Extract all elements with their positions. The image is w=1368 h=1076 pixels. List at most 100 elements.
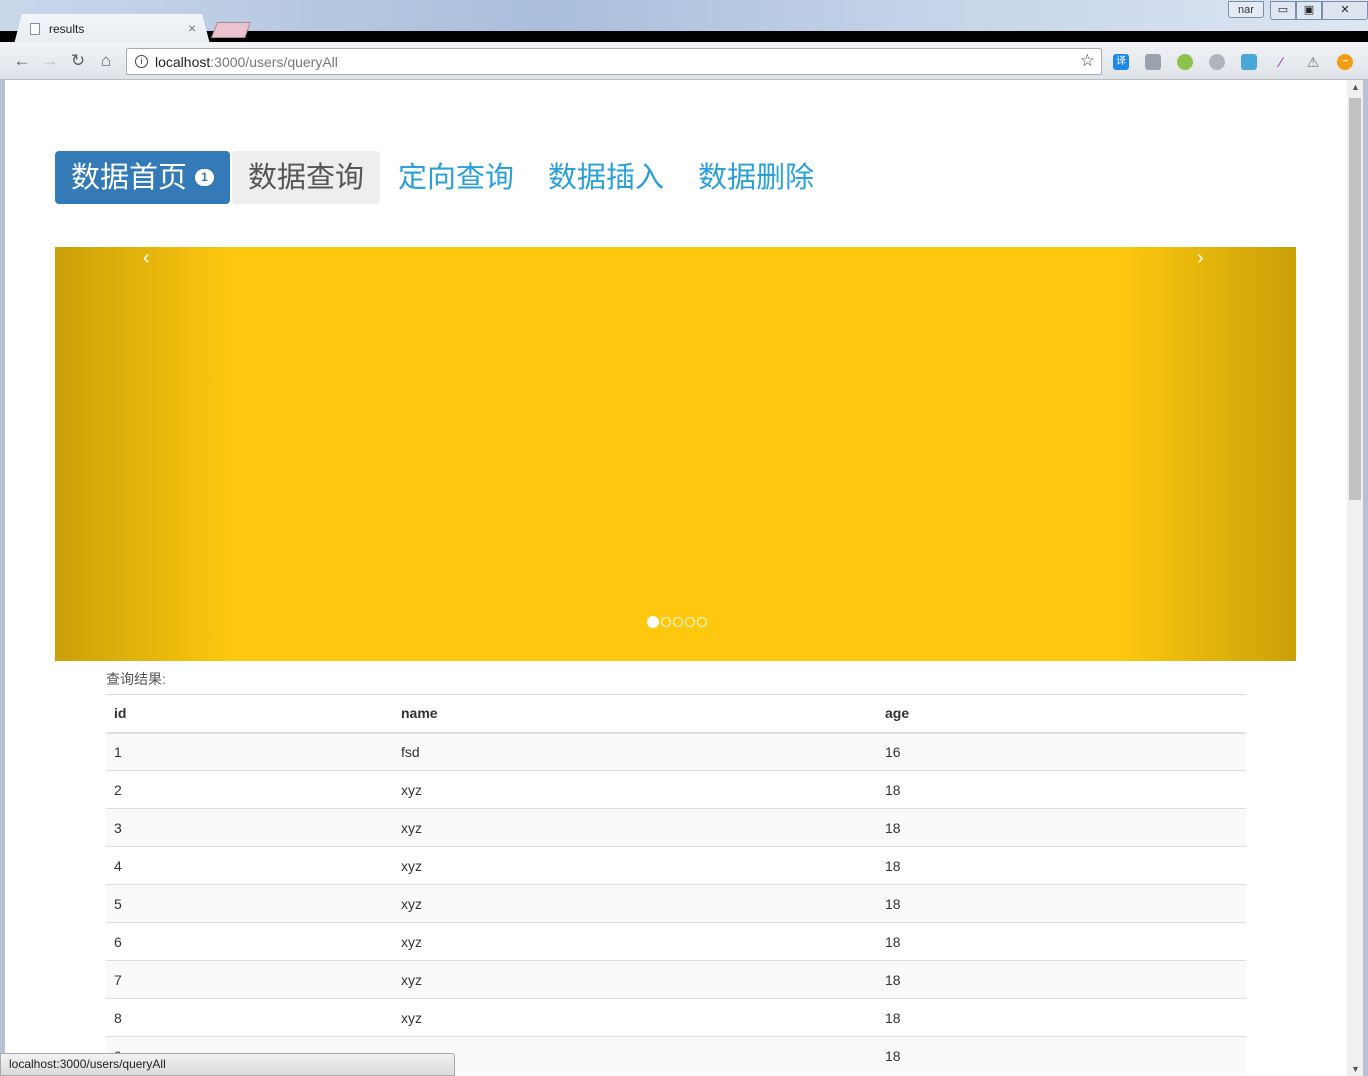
cell-name: xyz [393,998,877,1037]
cell-name: xyz [393,808,877,847]
home-icon[interactable]: ⌂ [96,51,116,71]
table-row: 2 xyz 18 [106,770,1246,809]
nav-item-label: 定向查询 [398,160,515,194]
cell-name: xyz [393,846,877,885]
table-row: 8 xyz 18 [106,998,1246,1037]
document-icon [30,23,40,35]
pen-icon[interactable]: ⁄ [1273,54,1289,70]
nav-item-label: 数据首页 [71,160,188,194]
column-header-name: name [393,694,877,734]
cell-name [393,1036,877,1075]
close-window-button[interactable]: ✕ [1322,1,1368,20]
cell-age: 18 [877,884,1246,923]
carousel-next-area[interactable] [1120,247,1296,661]
table-row: 1 fsd 16 [106,732,1246,771]
frog-icon[interactable] [1177,54,1193,70]
translate-icon[interactable]: 译 [1113,54,1129,70]
carousel-indicator[interactable] [647,616,659,628]
info-icon[interactable]: i [135,55,148,68]
cell-age: 18 [877,922,1246,961]
nav-item-targeted-query[interactable]: 定向查询 [382,151,530,204]
cell-id: 8 [106,998,393,1037]
window-frame-right [1363,80,1368,1076]
results-label: 查询结果: [106,671,166,687]
tab-title: results [49,22,85,36]
nav-item-delete[interactable]: 数据删除 [682,151,830,204]
screenshot-icon[interactable] [1241,54,1257,70]
carousel-prev-area[interactable] [55,247,231,661]
status-bar: localhost:3000/users/queryAll [0,1053,455,1076]
circle-icon[interactable] [1209,54,1225,70]
nav-item-label: 数据插入 [548,160,665,194]
forward-icon[interactable]: → [40,51,60,71]
carousel-indicator[interactable] [685,617,695,627]
cell-id: 6 [106,922,393,961]
scroll-up-icon[interactable]: ▲ [1351,82,1360,92]
cell-id: 1 [106,732,393,771]
url-text: localhost:3000/users/queryAll [155,54,338,70]
chevron-left-icon[interactable]: ‹ [143,247,150,270]
cell-name: fsd [393,732,877,771]
address-bar[interactable]: i localhost:3000/users/queryAll ☆ [126,48,1102,75]
bookmark-star-icon[interactable]: ☆ [1080,51,1095,71]
image-carousel: ‹ › [55,247,1296,661]
nav-item-label: 数据删除 [698,160,815,194]
new-tab-button[interactable] [211,22,251,38]
carousel-indicator[interactable] [673,617,683,627]
minus-circle-icon[interactable]: − [1337,54,1353,70]
cell-age: 18 [877,846,1246,885]
nav-item-label: 数据查询 [248,160,365,194]
browser-tab[interactable]: results × [14,14,210,44]
carousel-indicator[interactable] [697,617,707,627]
chevron-right-icon[interactable]: › [1197,247,1204,270]
carousel-indicator[interactable] [661,617,671,627]
scroll-down-icon[interactable]: ▼ [1351,1064,1360,1074]
column-header-age: age [877,694,1246,734]
cell-age: 18 [877,808,1246,847]
notification-badge: 1 [195,168,215,186]
nav-pills: 数据首页 1 数据查询 定向查询 数据插入 数据删除 [55,151,832,204]
carousel-indicators [647,616,709,628]
browser-toolbar: ← → ↻ ⌂ i localhost:3000/users/queryAll … [0,42,1368,80]
reload-icon[interactable]: ↻ [68,51,88,71]
cell-name: xyz [393,884,877,923]
profile-button[interactable]: nar [1228,1,1264,18]
cell-id: 2 [106,770,393,809]
table-row: 6 xyz 18 [106,922,1246,961]
cell-id: 3 [106,808,393,847]
table-row: 7 xyz 18 [106,960,1246,999]
window-titlebar: results × nar ▭ ▣ ✕ [0,0,1368,44]
nav-item-home[interactable]: 数据首页 1 [55,151,231,204]
url-path: :3000/users/queryAll [210,54,338,70]
cell-id: 7 [106,960,393,999]
cell-age: 16 [877,732,1246,771]
plugin-icon[interactable] [1145,54,1161,70]
cell-name: xyz [393,922,877,961]
tab-close-icon[interactable]: × [188,20,196,36]
maximize-button[interactable]: ▣ [1296,1,1322,20]
cell-age: 18 [877,1036,1246,1075]
cell-id: 4 [106,846,393,885]
nav-item-query[interactable]: 数据查询 [232,151,381,204]
vertical-scrollbar[interactable]: ▲ ▼ [1347,80,1363,1076]
column-header-id: id [106,694,393,734]
cell-name: xyz [393,770,877,809]
table-row: 4 xyz 18 [106,846,1246,885]
table-header-row: id name age [106,694,1246,734]
results-table: id name age 1 fsd 16 2 xyz 18 3 xyz 18 4 xyz 18 … [106,694,1246,1075]
cell-id: 5 [106,884,393,923]
scrollbar-thumb[interactable] [1349,98,1361,500]
cell-age: 18 [877,998,1246,1037]
page-content: 数据首页 1 数据查询 定向查询 数据插入 数据删除 ‹ › 查询结果: id n… [5,80,1347,1076]
warning-icon[interactable]: ⚠ [1305,54,1321,70]
minimize-button[interactable]: ▭ [1270,1,1296,20]
cell-name: xyz [393,960,877,999]
url-host: localhost [155,54,211,70]
cell-age: 18 [877,960,1246,999]
back-icon[interactable]: ← [12,51,32,71]
window-controls: ▭ ▣ ✕ [1270,1,1368,20]
table-row: 3 xyz 18 [106,808,1246,847]
table-row: 5 xyz 18 [106,884,1246,923]
cell-age: 18 [877,770,1246,809]
nav-item-insert[interactable]: 数据插入 [532,151,680,204]
